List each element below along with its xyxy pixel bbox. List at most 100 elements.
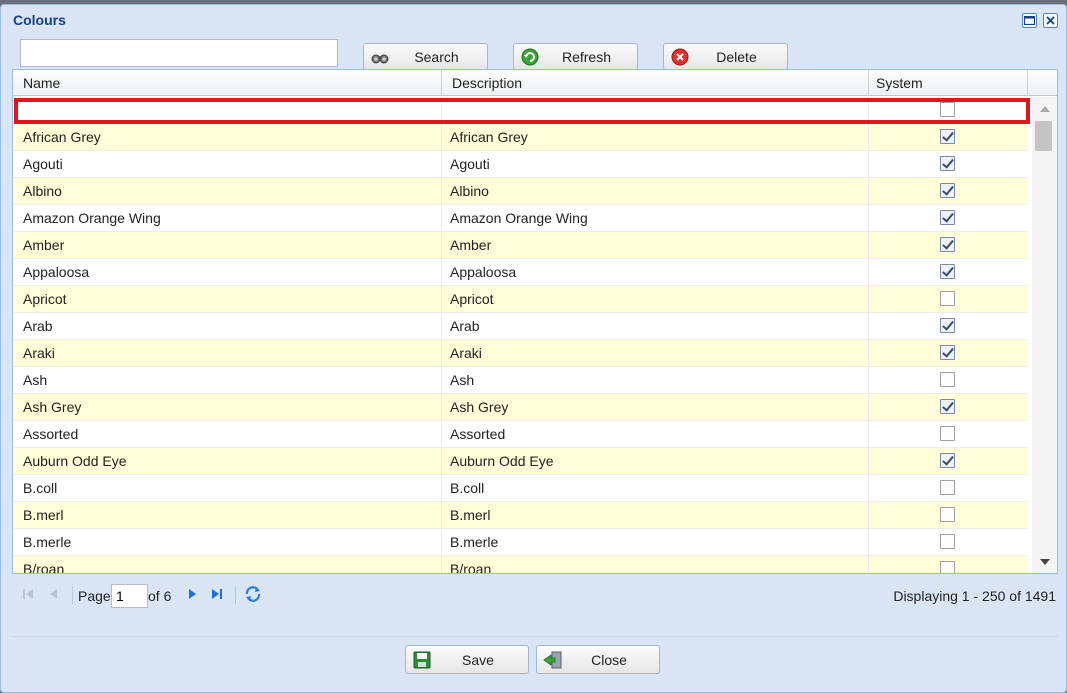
cell-name[interactable]: Ash <box>13 367 442 394</box>
cell-name[interactable]: B/roan <box>13 556 442 573</box>
refresh-button[interactable]: Refresh <box>513 43 638 70</box>
cell-description[interactable]: Ash Grey <box>442 394 869 421</box>
system-checkbox[interactable] <box>940 480 955 495</box>
table-row[interactable]: Albino Albino <box>13 178 1028 205</box>
system-checkbox[interactable] <box>940 561 955 573</box>
system-checkbox[interactable] <box>940 453 955 468</box>
system-checkbox[interactable] <box>940 156 955 171</box>
vertical-scrollbar[interactable] <box>1032 97 1057 573</box>
page-number-input[interactable] <box>111 584 148 608</box>
first-page-icon[interactable] <box>20 586 36 602</box>
cell-name[interactable]: B.merl <box>13 502 442 529</box>
cell-description[interactable]: B.merl <box>442 502 869 529</box>
cell-name[interactable]: African Grey <box>13 124 442 151</box>
system-checkbox[interactable] <box>940 426 955 441</box>
table-row[interactable]: B.merl B.merl <box>13 502 1028 529</box>
system-checkbox[interactable] <box>940 210 955 225</box>
cell-description[interactable]: Amber <box>442 232 869 259</box>
cell-name[interactable]: Araki <box>13 340 442 367</box>
cell-name[interactable]: Amazon Orange Wing <box>13 205 442 232</box>
close-icon[interactable] <box>1043 13 1058 28</box>
table-row[interactable]: Araki Araki <box>13 340 1028 367</box>
system-checkbox[interactable] <box>940 264 955 279</box>
cell-description[interactable]: Appaloosa <box>442 259 869 286</box>
paging-toolbar: Page of 6 Displaying 1 - 250 of 1491 <box>12 578 1058 614</box>
system-checkbox[interactable] <box>940 291 955 306</box>
system-checkbox[interactable] <box>940 183 955 198</box>
cell-name[interactable]: B.coll <box>13 475 442 502</box>
system-checkbox[interactable] <box>940 372 955 387</box>
cell-description[interactable]: Albino <box>442 178 869 205</box>
system-checkbox[interactable] <box>940 129 955 144</box>
system-checkbox[interactable] <box>940 318 955 333</box>
maximize-icon[interactable] <box>1022 13 1037 28</box>
reload-icon[interactable] <box>244 585 262 603</box>
table-row[interactable]: Agouti Agouti <box>13 151 1028 178</box>
cell-name[interactable]: Auburn Odd Eye <box>13 448 442 475</box>
cell-description[interactable]: B.merle <box>442 529 869 556</box>
table-row[interactable]: Arab Arab <box>13 313 1028 340</box>
cell-name[interactable]: Appaloosa <box>13 259 442 286</box>
system-checkbox[interactable] <box>940 345 955 360</box>
pager-separator <box>235 586 236 604</box>
cell-name[interactable]: Agouti <box>13 151 442 178</box>
scroll-down-icon[interactable] <box>1040 559 1050 565</box>
table-row[interactable]: Amber Amber <box>13 232 1028 259</box>
cell-description[interactable]: Agouti <box>442 151 869 178</box>
last-page-icon[interactable] <box>209 586 225 602</box>
cell-description[interactable]: B.coll <box>442 475 869 502</box>
table-row[interactable]: Apricot Apricot <box>13 286 1028 313</box>
cell-name[interactable]: Amber <box>13 232 442 259</box>
window-titlebar[interactable]: Colours <box>1 5 1066 35</box>
cell-description[interactable]: B/roan <box>442 556 869 573</box>
scroll-up-icon[interactable] <box>1040 106 1050 112</box>
system-checkbox[interactable] <box>940 399 955 414</box>
cell-description[interactable]: Araki <box>442 340 869 367</box>
cell-system <box>869 97 1028 124</box>
cell-description[interactable]: Arab <box>442 313 869 340</box>
previous-page-icon[interactable] <box>46 586 62 602</box>
cell-description[interactable]: African Grey <box>442 124 869 151</box>
column-header-name[interactable]: Name <box>13 70 442 96</box>
cell-name[interactable]: Albino <box>13 178 442 205</box>
cell-description[interactable]: Auburn Odd Eye <box>442 448 869 475</box>
table-row[interactable]: Ash Grey Ash Grey <box>13 394 1028 421</box>
cell-description[interactable]: Ash <box>442 367 869 394</box>
table-row[interactable] <box>13 97 1028 124</box>
search-input[interactable] <box>20 39 338 67</box>
table-row[interactable]: B/roan B/roan <box>13 556 1028 573</box>
scroll-thumb[interactable] <box>1035 121 1052 151</box>
cell-name[interactable]: Apricot <box>13 286 442 313</box>
table-row[interactable]: Auburn Odd Eye Auburn Odd Eye <box>13 448 1028 475</box>
cell-system <box>869 421 1028 448</box>
column-header-system[interactable]: System <box>869 70 1028 96</box>
cell-description[interactable]: Apricot <box>442 286 869 313</box>
table-row[interactable]: Amazon Orange Wing Amazon Orange Wing <box>13 205 1028 232</box>
table-row[interactable]: B.coll B.coll <box>13 475 1028 502</box>
column-header-description[interactable]: Description <box>442 70 869 96</box>
cell-description[interactable]: Assorted <box>442 421 869 448</box>
grid-body: African Grey African Grey Agouti Agouti Albi… <box>13 97 1028 573</box>
close-button[interactable]: Close <box>536 645 660 674</box>
table-row[interactable]: B.merle B.merle <box>13 529 1028 556</box>
system-checkbox[interactable] <box>940 534 955 549</box>
cell-name[interactable]: Assorted <box>13 421 442 448</box>
next-page-icon[interactable] <box>184 586 200 602</box>
cell-name[interactable]: Arab <box>13 313 442 340</box>
table-row[interactable]: African Grey African Grey <box>13 124 1028 151</box>
cell-name[interactable]: B.merle <box>13 529 442 556</box>
table-row[interactable]: Ash Ash <box>13 367 1028 394</box>
table-row[interactable]: Appaloosa Appaloosa <box>13 259 1028 286</box>
search-button[interactable]: Search <box>363 43 488 70</box>
cell-description[interactable]: Amazon Orange Wing <box>442 205 869 232</box>
system-checkbox[interactable] <box>940 237 955 252</box>
delete-button[interactable]: Delete <box>663 43 788 70</box>
system-checkbox[interactable] <box>940 507 955 522</box>
refresh-icon <box>520 48 540 66</box>
cell-name[interactable] <box>13 97 442 124</box>
save-button[interactable]: Save <box>405 645 529 674</box>
table-row[interactable]: Assorted Assorted <box>13 421 1028 448</box>
cell-name[interactable]: Ash Grey <box>13 394 442 421</box>
system-checkbox[interactable] <box>940 102 955 117</box>
cell-description[interactable] <box>442 97 869 124</box>
